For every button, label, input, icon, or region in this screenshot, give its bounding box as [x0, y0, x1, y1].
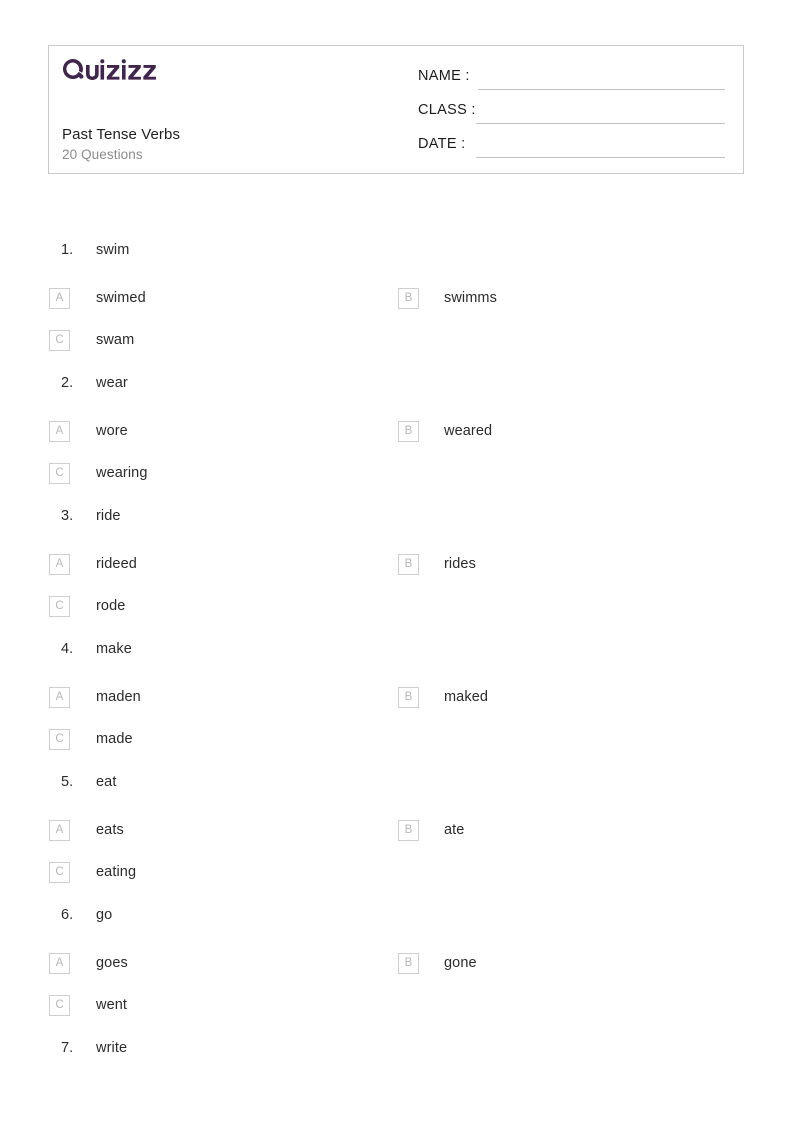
option-text: swimms	[444, 290, 497, 306]
question-number: 4.	[61, 641, 74, 657]
option-row: Arideed Brides	[0, 548, 794, 590]
option-letter-badge[interactable]: A	[49, 953, 70, 974]
option-letter-badge[interactable]: C	[49, 729, 70, 750]
quizizz-logo	[62, 58, 156, 80]
question-row: 1. swim	[0, 233, 794, 282]
question-text: go	[96, 907, 113, 923]
option-letter-badge[interactable]: A	[49, 820, 70, 841]
question-text: write	[96, 1040, 128, 1056]
class-input-line[interactable]	[476, 123, 725, 124]
worksheet-header-card: Past Tense Verbs 20 Questions NAME : CLA…	[48, 45, 744, 174]
option-row: Agoes Bgone	[0, 947, 794, 989]
option-row: Amaden Bmaked	[0, 681, 794, 723]
option-text: maden	[96, 689, 141, 705]
option-text: eating	[96, 864, 137, 880]
question-block: 4. make Amaden Bmaked Cmade	[0, 632, 794, 765]
option-letter-badge[interactable]: A	[49, 421, 70, 442]
class-label: CLASS :	[418, 102, 476, 118]
option-row: Cwearing	[0, 457, 794, 499]
option-letter-badge[interactable]: C	[49, 995, 70, 1016]
option-letter-badge[interactable]: A	[49, 288, 70, 309]
header-branding	[62, 58, 412, 84]
question-number: 1.	[61, 242, 74, 258]
option-text: gone	[444, 955, 477, 971]
option-letter-badge[interactable]: B	[398, 421, 419, 442]
option-text: swimed	[96, 290, 146, 306]
question-number: 2.	[61, 375, 74, 391]
question-row: 7. write	[0, 1031, 794, 1080]
quiz-question-count: 20 Questions	[62, 147, 143, 162]
option-letter-badge[interactable]: B	[398, 687, 419, 708]
class-field-row: CLASS :	[418, 98, 736, 132]
question-block: 3. ride Arideed Brides Crode	[0, 499, 794, 632]
question-text: swim	[96, 242, 130, 258]
option-text: rode	[96, 598, 126, 614]
option-letter-badge[interactable]: C	[49, 330, 70, 351]
option-row: Crode	[0, 590, 794, 632]
option-letter-badge[interactable]: C	[49, 463, 70, 484]
question-block: 5. eat Aeats Bate Ceating	[0, 765, 794, 898]
question-number: 5.	[61, 774, 74, 790]
option-text: went	[96, 997, 128, 1013]
option-row: Cwent	[0, 989, 794, 1031]
option-row: Aswimed Bswimms	[0, 282, 794, 324]
option-letter-badge[interactable]: C	[49, 596, 70, 617]
option-text: eats	[96, 822, 124, 838]
option-row: Cmade	[0, 723, 794, 765]
questions-list: 1. swim Aswimed Bswimms Cswam 2. wear Awore Bwea…	[0, 233, 794, 1080]
question-row: 3. ride	[0, 499, 794, 548]
option-letter-badge[interactable]: B	[398, 554, 419, 575]
option-letter-badge[interactable]: A	[49, 687, 70, 708]
question-text: ride	[96, 508, 121, 524]
option-text: weared	[444, 423, 493, 439]
worksheet-page: Past Tense Verbs 20 Questions NAME : CLA…	[0, 0, 794, 1123]
question-number: 6.	[61, 907, 74, 923]
option-letter-badge[interactable]: C	[49, 862, 70, 883]
question-block: 6. go Agoes Bgone Cwent	[0, 898, 794, 1031]
option-row: Ceating	[0, 856, 794, 898]
option-letter-badge[interactable]: A	[49, 554, 70, 575]
option-text: ate	[444, 822, 465, 838]
option-letter-badge[interactable]: B	[398, 288, 419, 309]
question-text: eat	[96, 774, 117, 790]
option-text: rides	[444, 556, 476, 572]
option-row: Aeats Bate	[0, 814, 794, 856]
question-row: 2. wear	[0, 366, 794, 415]
question-block: 2. wear Awore Bweared Cwearing	[0, 366, 794, 499]
option-text: rideed	[96, 556, 137, 572]
date-label: DATE :	[418, 136, 466, 152]
option-text: made	[96, 731, 133, 747]
name-input-line[interactable]	[478, 89, 725, 90]
question-row: 5. eat	[0, 765, 794, 814]
question-text: make	[96, 641, 132, 657]
student-info-fields: NAME : CLASS : DATE :	[418, 64, 736, 166]
option-text: wore	[96, 423, 128, 439]
option-letter-badge[interactable]: B	[398, 953, 419, 974]
option-text: wearing	[96, 465, 148, 481]
date-input-line[interactable]	[476, 157, 725, 158]
name-field-row: NAME :	[418, 64, 736, 98]
option-text: swam	[96, 332, 135, 348]
name-label: NAME :	[418, 68, 470, 84]
option-row: Awore Bweared	[0, 415, 794, 457]
question-text: wear	[96, 375, 128, 391]
quiz-title: Past Tense Verbs	[62, 126, 181, 143]
date-field-row: DATE :	[418, 132, 736, 166]
question-row: 4. make	[0, 632, 794, 681]
question-block: 1. swim Aswimed Bswimms Cswam	[0, 233, 794, 366]
question-number: 3.	[61, 508, 74, 524]
option-row: Cswam	[0, 324, 794, 366]
question-number: 7.	[61, 1040, 74, 1056]
question-row: 6. go	[0, 898, 794, 947]
option-text: goes	[96, 955, 128, 971]
question-block: 7. write	[0, 1031, 794, 1080]
option-text: maked	[444, 689, 489, 705]
option-letter-badge[interactable]: B	[398, 820, 419, 841]
